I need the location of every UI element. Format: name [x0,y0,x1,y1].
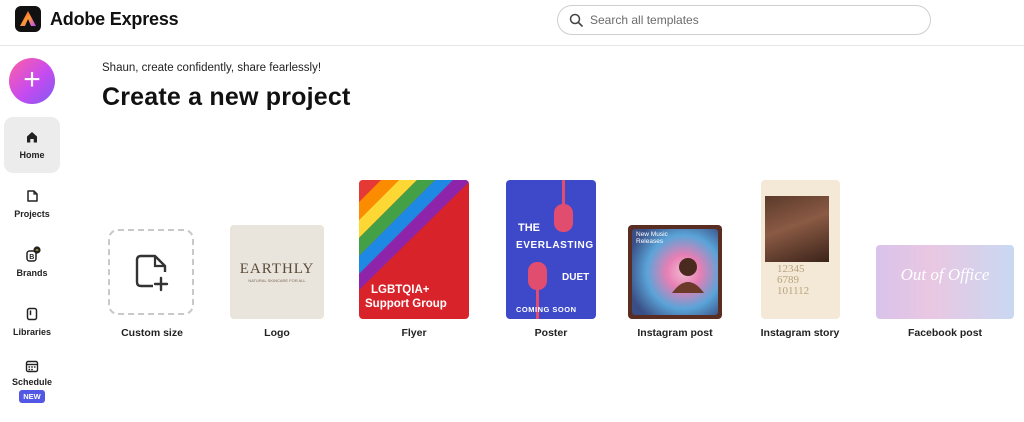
sidebar-item-label: Brands [16,268,48,278]
poster-thumb-text-3: DUET [562,272,590,283]
logo-thumbnail[interactable]: EARTHLY NATURAL SKINCARE FOR ALL [230,225,324,319]
sidebar-item-label: Libraries [12,327,52,337]
facebook-post-thumb-text: Out of Office [900,265,990,284]
card-label: Logo [264,327,290,339]
card-label: Flyer [401,327,427,339]
libraries-icon [26,307,38,321]
svg-text:B: B [29,254,34,261]
poster-thumbnail[interactable]: THE EVERLASTING DUET COMING SOON [506,180,596,319]
create-new-button[interactable]: + [9,58,55,104]
card-label: Facebook post [907,327,983,339]
sidebar-item-libraries[interactable]: Libraries [4,294,60,350]
search-bar[interactable] [557,5,931,35]
poster-thumb-text-1: THE [518,222,540,234]
sidebar: + Home Projects B Brands Libraries Sched… [0,46,64,422]
sidebar-item-projects[interactable]: Projects [4,176,60,232]
top-bar: Adobe Express [0,0,1024,46]
projects-icon [27,190,38,202]
instagram-story-thumb-text: 12345 6789 101112 [777,263,810,297]
app-title: Adobe Express [50,9,179,29]
poster-thumb-text-4: COMING SOON [516,305,577,314]
logo-thumb-text: EARTHLY [239,261,315,277]
flyer-thumb-text-1: LGBTQIA+ [371,284,430,296]
brands-icon: B [26,246,41,262]
sidebar-item-label: Home [19,150,45,160]
custom-size-thumbnail[interactable] [108,229,194,315]
plus-icon: + [23,62,41,96]
card-label: Instagram post [637,327,713,339]
search-input[interactable] [590,11,910,29]
instagram-story-photo [765,196,829,262]
card-label: Custom size [121,327,183,339]
greeting-tagline: Shaun, create confidently, share fearles… [102,62,322,74]
flyer-thumb-text-2: Support Group [365,298,447,310]
card-label: Poster [534,327,568,339]
calendar-icon [25,360,39,373]
sidebar-item-label: Projects [14,209,50,219]
sidebar-item-schedule[interactable]: Schedule NEW [4,350,60,412]
sidebar-item-home[interactable]: Home [4,117,60,173]
home-icon [27,132,37,143]
logo-thumb-subtext: NATURAL SKINCARE FOR ALL [248,278,306,283]
page-title: Create a new project [102,83,351,111]
facebook-post-thumbnail[interactable]: Out of Office [876,245,1014,319]
instagram-story-thumbnail[interactable]: 12345 6789 101112 [761,180,840,319]
custom-size-icon [135,254,169,292]
sidebar-item-brands[interactable]: B Brands [4,235,60,291]
card-label: Instagram story [760,327,840,339]
instagram-post-thumbnail[interactable]: New Music Releases [628,225,722,319]
flyer-thumbnail[interactable]: LGBTQIA+ Support Group [359,180,469,319]
adobe-express-logo-icon[interactable] [15,6,41,32]
new-badge: NEW [19,390,45,403]
sidebar-item-label: Schedule [11,377,52,387]
search-icon [569,13,583,27]
poster-thumb-text-2: EVERLASTING [516,240,594,251]
instagram-post-thumb-text: New Music Releases [636,231,668,245]
portrait-silhouette [672,258,704,293]
